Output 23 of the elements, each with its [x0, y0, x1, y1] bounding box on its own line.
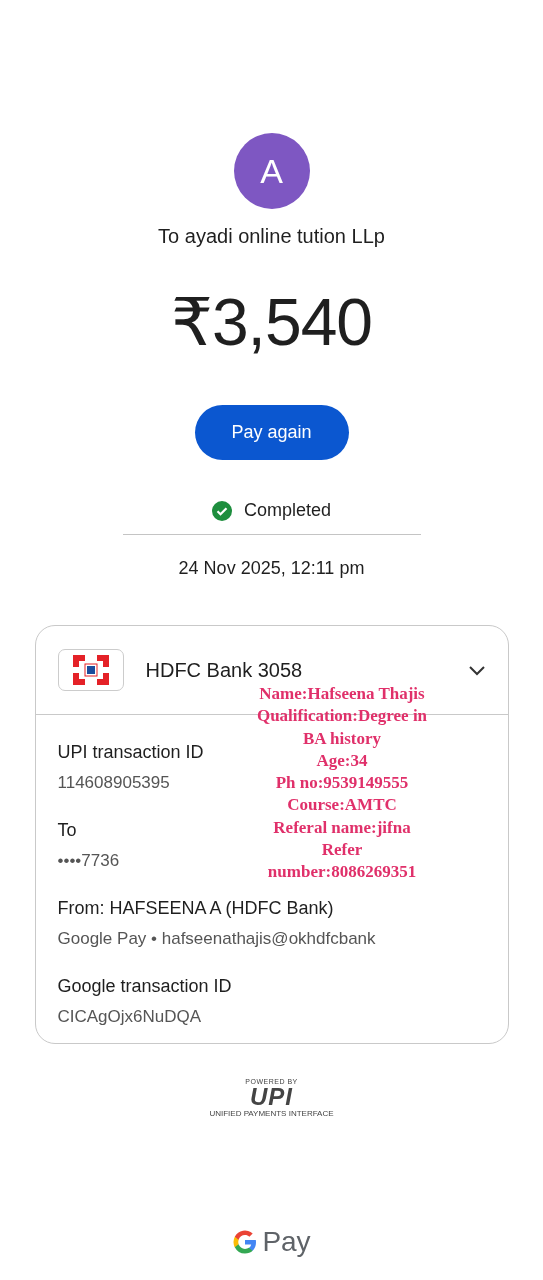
chevron-icon[interactable] — [467, 664, 486, 676]
field-value: Google Pay • hafseenathajis@okhdfcbank — [57, 929, 376, 949]
field-value: 114608905395 — [57, 773, 170, 793]
bank-account-name: HDFC Bank 3058 — [145, 658, 304, 682]
annotation-text: Name:Hafseena Thajis Qualification:Degree in BA history Age:34 Ph no:9539149555 Course:AMTC Referal name:jifna Refer number:8086269351 — [255, 683, 429, 884]
gpay-logo-text: Pay — [262, 1226, 311, 1258]
upi-tagline: UNIFIED PAYMENTS INTERFACE — [209, 1109, 334, 1118]
field-label: Google transaction ID — [57, 976, 232, 997]
amount: ₹3,540 — [170, 284, 373, 361]
field-label: From: HAFSEENA A (HDFC Bank) — [57, 898, 334, 919]
avatar: A — [233, 133, 310, 209]
field-value: CICAgOjx6NuDQA — [57, 1007, 202, 1027]
transaction-date: 24 Nov 2025, 12:11 pm — [178, 558, 365, 579]
bank-logo — [57, 649, 124, 691]
field-label: UPI transaction ID — [57, 742, 204, 763]
recipient-name: To ayadi online tution LLp — [158, 225, 385, 248]
google-g-icon — [232, 1229, 259, 1255]
upi-logo: UPI — [250, 1085, 293, 1109]
pay-again-button[interactable]: Pay again — [194, 405, 349, 460]
check-icon — [211, 500, 232, 521]
status-label: Completed — [243, 500, 331, 521]
field-value: ••••7736 — [57, 851, 120, 871]
field-label: To — [57, 820, 77, 841]
